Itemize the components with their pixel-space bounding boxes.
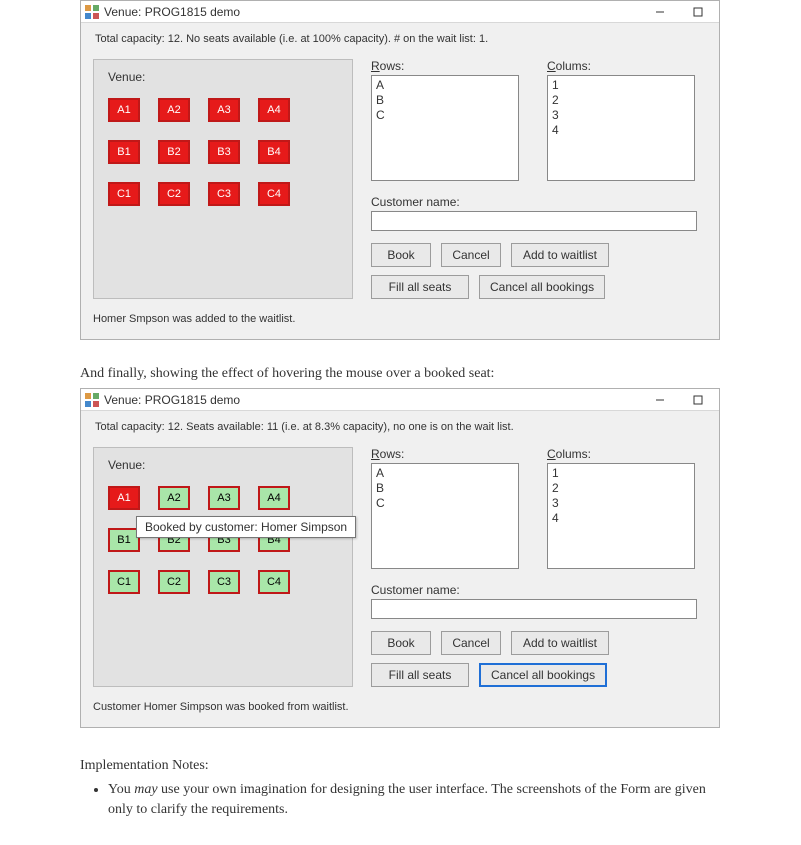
titlebar: Venue: PROG1815 demo: [81, 389, 719, 411]
maximize-button[interactable]: [685, 3, 711, 21]
seat-grid: A1A2A3A4B1B2B3B4C1C2C3C4: [108, 486, 338, 594]
seat-B1[interactable]: B1: [108, 140, 140, 164]
rows-listbox[interactable]: ABC: [371, 75, 519, 181]
list-item[interactable]: 3: [552, 108, 690, 123]
rows-label: Rows:: [371, 59, 519, 73]
seat-A3[interactable]: A3: [208, 98, 240, 122]
list-item[interactable]: A: [376, 466, 514, 481]
note-item: You may use your own imagination for des…: [108, 780, 721, 819]
seat-A2[interactable]: A2: [158, 486, 190, 510]
list-item[interactable]: 3: [552, 496, 690, 511]
list-item[interactable]: B: [376, 481, 514, 496]
list-item[interactable]: C: [376, 108, 514, 123]
seat-grid: A1 A2 A3 A4 B1 B2 B3 B4 C1 C2 C3 C4: [108, 98, 338, 206]
add-waitlist-button[interactable]: Add to waitlist: [511, 243, 609, 267]
status-text: Total capacity: 12. No seats available (…: [95, 33, 707, 45]
window-controls: [647, 3, 715, 21]
list-item[interactable]: C: [376, 496, 514, 511]
footer-message: Customer Homer Simpson was booked from w…: [93, 701, 707, 713]
cancel-button[interactable]: Cancel: [441, 243, 501, 267]
venue-label: Venue:: [108, 458, 338, 472]
add-waitlist-button[interactable]: Add to waitlist: [511, 631, 609, 655]
footer-message: Homer Smpson was added to the waitlist.: [93, 313, 707, 325]
notes-heading: Implementation Notes:: [80, 758, 721, 774]
seat-A1[interactable]: A1: [108, 486, 140, 510]
list-item[interactable]: 2: [552, 93, 690, 108]
app-icon: [85, 5, 99, 19]
customer-input[interactable]: [371, 211, 697, 231]
rows-listbox[interactable]: ABC: [371, 463, 519, 569]
seat-B4[interactable]: B4: [258, 140, 290, 164]
seat-A1[interactable]: A1: [108, 98, 140, 122]
list-item[interactable]: 2: [552, 481, 690, 496]
window-title: Venue: PROG1815 demo: [104, 393, 240, 407]
seat-tooltip: Booked by customer: Homer Simpson: [136, 516, 356, 538]
window-title: Venue: PROG1815 demo: [104, 5, 240, 19]
list-item[interactable]: A: [376, 78, 514, 93]
fill-seats-button[interactable]: Fill all seats: [371, 275, 469, 299]
customer-label: Customer name:: [371, 583, 707, 597]
seat-C3[interactable]: C3: [208, 182, 240, 206]
minimize-button[interactable]: [647, 3, 673, 21]
seat-B3[interactable]: B3: [208, 140, 240, 164]
cols-label: Colums:: [547, 447, 695, 461]
list-item[interactable]: B: [376, 93, 514, 108]
book-button[interactable]: Book: [371, 631, 431, 655]
seat-C3[interactable]: C3: [208, 570, 240, 594]
list-item[interactable]: 4: [552, 511, 690, 526]
list-item[interactable]: 1: [552, 78, 690, 93]
seat-A2[interactable]: A2: [158, 98, 190, 122]
window-1: Venue: PROG1815 demo Total capacity: 12.…: [80, 0, 720, 340]
cancel-button[interactable]: Cancel: [441, 631, 501, 655]
caption-between: And finally, showing the effect of hover…: [80, 366, 721, 382]
cols-listbox[interactable]: 1234: [547, 463, 695, 569]
fill-seats-button[interactable]: Fill all seats: [371, 663, 469, 687]
status-text: Total capacity: 12. Seats available: 11 …: [95, 421, 707, 433]
customer-label: Customer name:: [371, 195, 707, 209]
list-item[interactable]: 1: [552, 466, 690, 481]
seat-C2[interactable]: C2: [158, 570, 190, 594]
app-icon: [85, 393, 99, 407]
titlebar: Venue: PROG1815 demo: [81, 1, 719, 23]
venue-panel: Venue: A1A2A3A4B1B2B3B4C1C2C3C4 Booked b…: [93, 447, 353, 687]
seat-C2[interactable]: C2: [158, 182, 190, 206]
book-button[interactable]: Book: [371, 243, 431, 267]
maximize-button[interactable]: [685, 391, 711, 409]
window-controls: [647, 391, 715, 409]
cols-listbox[interactable]: 1234: [547, 75, 695, 181]
cols-label: Colums:: [547, 59, 695, 73]
venue-panel: Venue: A1 A2 A3 A4 B1 B2 B3 B4 C1 C2 C3 C4: [93, 59, 353, 299]
cancel-all-button[interactable]: Cancel all bookings: [479, 663, 607, 687]
list-item[interactable]: 4: [552, 123, 690, 138]
window-2: Venue: PROG1815 demo Total capacity: 12.…: [80, 388, 720, 728]
seat-A4[interactable]: A4: [258, 486, 290, 510]
seat-C4[interactable]: C4: [258, 570, 290, 594]
rows-label: Rows:: [371, 447, 519, 461]
seat-C1[interactable]: C1: [108, 570, 140, 594]
notes-list: You may use your own imagination for des…: [80, 780, 721, 819]
seat-A4[interactable]: A4: [258, 98, 290, 122]
cancel-all-button[interactable]: Cancel all bookings: [479, 275, 605, 299]
seat-A3[interactable]: A3: [208, 486, 240, 510]
venue-label: Venue:: [108, 70, 338, 84]
seat-C4[interactable]: C4: [258, 182, 290, 206]
seat-C1[interactable]: C1: [108, 182, 140, 206]
customer-input[interactable]: [371, 599, 697, 619]
minimize-button[interactable]: [647, 391, 673, 409]
seat-B2[interactable]: B2: [158, 140, 190, 164]
